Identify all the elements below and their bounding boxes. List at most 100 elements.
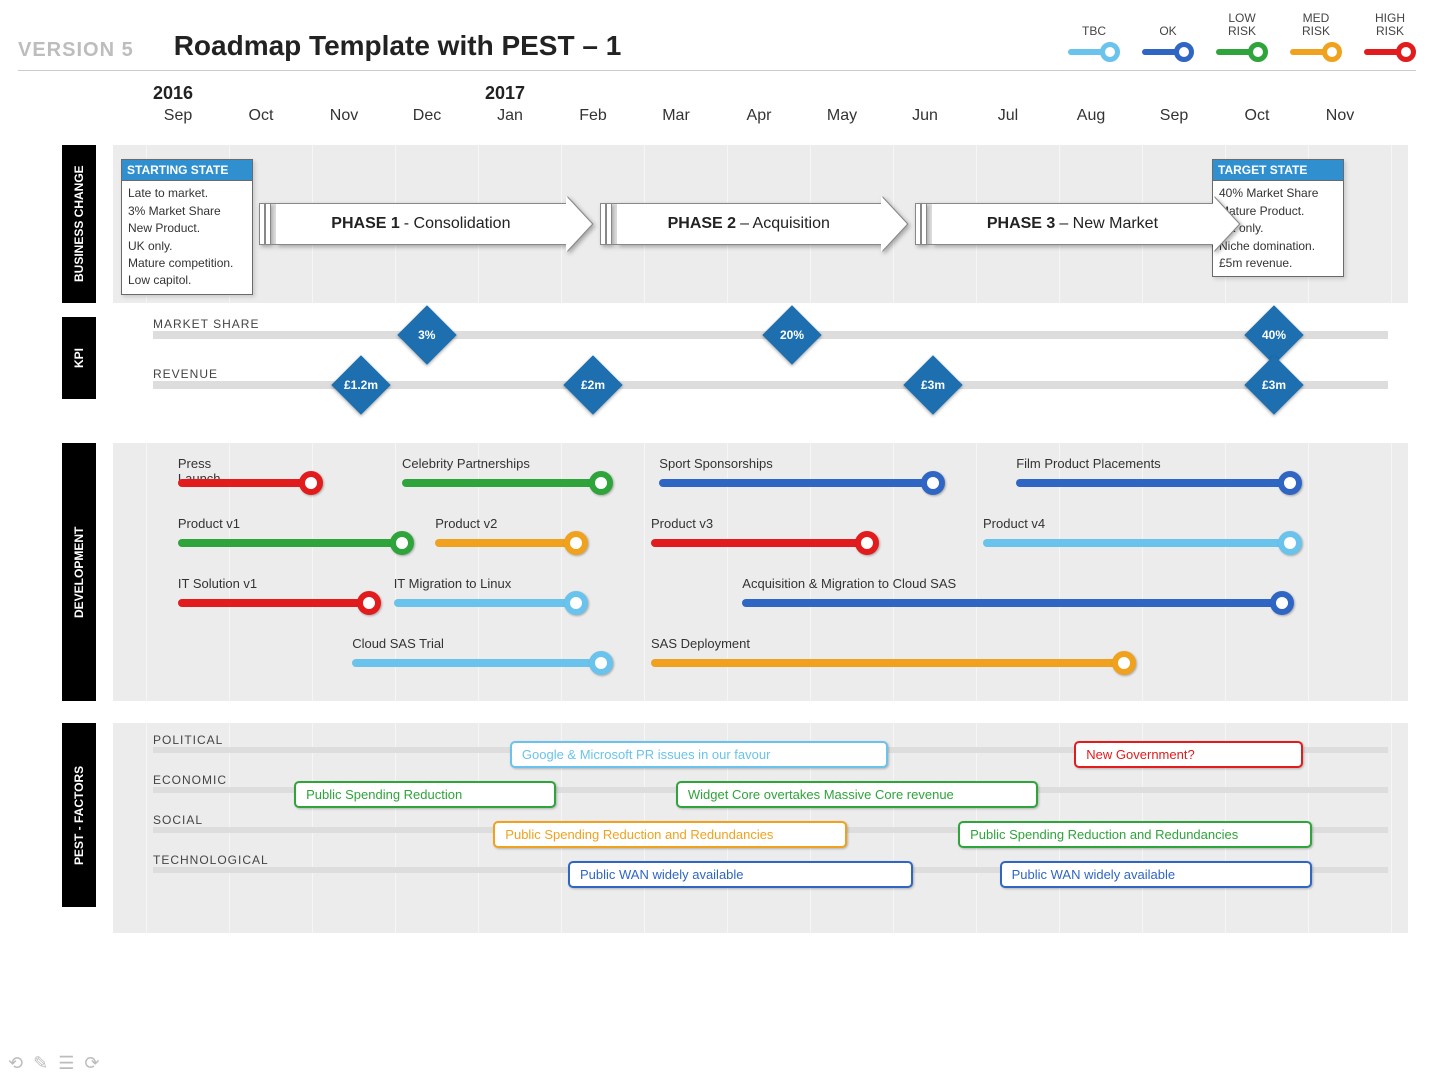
section-business-change: STARTING STATE Late to market. 3% Market… bbox=[113, 145, 1408, 303]
pest-factor-box: Widget Core overtakes Massive Core reven… bbox=[676, 781, 1038, 808]
kpi-row-label: REVENUE bbox=[153, 367, 218, 381]
dev-bar bbox=[178, 539, 402, 547]
dev-milestone-ring bbox=[921, 471, 945, 495]
dev-bar-label: Acquisition & Migration to Cloud SAS bbox=[742, 577, 956, 592]
month-label: Sep bbox=[1134, 107, 1214, 125]
redo-icon[interactable]: ⟳ bbox=[84, 1053, 99, 1074]
dev-milestone-ring bbox=[564, 591, 588, 615]
dev-milestone-ring bbox=[1278, 531, 1302, 555]
month-label: Jun bbox=[885, 107, 965, 125]
kpi-diamond: £2m bbox=[563, 356, 622, 415]
section-kpi: MARKET SHARE3%20%40%REVENUE£1.2m£2m£3m£3… bbox=[113, 317, 1408, 433]
dev-bar bbox=[1016, 479, 1290, 487]
legend-item: OK bbox=[1142, 25, 1194, 62]
dev-milestone-ring bbox=[1278, 471, 1302, 495]
section-label-kpi: KPI bbox=[62, 317, 96, 399]
pest-row-label: TECHNOLOGICAL bbox=[153, 853, 269, 867]
slide-title: Roadmap Template with PEST – 1 bbox=[174, 30, 622, 62]
legend-item: HIGHRISK bbox=[1364, 12, 1416, 62]
dev-milestone-ring bbox=[564, 531, 588, 555]
month-label: Nov bbox=[1300, 107, 1380, 125]
edit-icon[interactable]: ✎ bbox=[33, 1053, 48, 1074]
dev-milestone-ring bbox=[357, 591, 381, 615]
month-label: Nov bbox=[304, 107, 384, 125]
legend-item: MEDRISK bbox=[1290, 12, 1342, 62]
kpi-diamond: 3% bbox=[397, 306, 456, 365]
version-label: VERSION 5 bbox=[18, 39, 134, 62]
kpi-diamond: 20% bbox=[762, 306, 821, 365]
month-label: Aug bbox=[1051, 107, 1131, 125]
dev-bar-label: Product v1 bbox=[178, 517, 240, 532]
risk-legend: TBC OK LOWRISK MEDRISK bbox=[1068, 12, 1416, 62]
month-label: Sep bbox=[138, 107, 218, 125]
month-label: May bbox=[802, 107, 882, 125]
pest-row-label: POLITICAL bbox=[153, 733, 223, 747]
section-label-development: DEVELOPMENT bbox=[62, 443, 96, 701]
grid-area: 2016 2017 SepOctNovDecJanFebMarAprMayJunJ… bbox=[113, 83, 1408, 983]
legend-item: TBC bbox=[1068, 25, 1120, 62]
legend-item: LOWRISK bbox=[1216, 12, 1268, 62]
section-development: PressLaunchCelebrity PartnershipsSport S… bbox=[113, 443, 1408, 701]
pest-factor-box: Google & Microsoft PR issues in our favo… bbox=[510, 741, 888, 768]
dev-milestone-ring bbox=[299, 471, 323, 495]
month-label: Jul bbox=[968, 107, 1048, 125]
dev-bar bbox=[435, 539, 576, 547]
kpi-diamond: £1.2m bbox=[331, 356, 390, 415]
year-label: 2017 bbox=[485, 83, 525, 104]
month-row: SepOctNovDecJanFebMarAprMayJunJulAugSepO… bbox=[113, 107, 1408, 133]
year-row: 2016 2017 bbox=[113, 83, 1408, 107]
month-label: Oct bbox=[221, 107, 301, 125]
pest-factor-box: Public WAN widely available bbox=[568, 861, 913, 888]
section-pest: POLITICAL ECONOMIC SOCIAL TECHNOLOGICAL Goog… bbox=[113, 723, 1408, 933]
pest-row-label: ECONOMIC bbox=[153, 773, 227, 787]
dev-milestone-ring bbox=[589, 651, 613, 675]
dev-bar bbox=[402, 479, 601, 487]
year-label: 2016 bbox=[153, 83, 193, 104]
dev-bar bbox=[352, 659, 601, 667]
pest-factor-box: New Government? bbox=[1074, 741, 1303, 768]
section-label-business-change: BUSINESS CHANGE bbox=[62, 145, 96, 303]
dev-bar bbox=[659, 479, 933, 487]
dev-bar-label: Celebrity Partnerships bbox=[402, 457, 530, 472]
dev-bar bbox=[742, 599, 1282, 607]
dev-milestone-ring bbox=[390, 531, 414, 555]
dev-milestone-ring bbox=[589, 471, 613, 495]
header: VERSION 5 Roadmap Template with PEST – 1… bbox=[18, 12, 1416, 71]
footer-toolbar: ⟲ ✎ ☰ ⟳ bbox=[8, 1053, 99, 1074]
kpi-diamond: £3m bbox=[903, 356, 962, 415]
dev-bar bbox=[651, 539, 867, 547]
phase-arrow: PHASE 3 – New Market bbox=[915, 203, 1239, 245]
pest-factor-box: Public WAN widely available bbox=[1000, 861, 1312, 888]
kpi-diamond: £3m bbox=[1244, 356, 1303, 415]
dev-bar bbox=[394, 599, 577, 607]
dev-milestone-ring bbox=[855, 531, 879, 555]
pest-factor-box: Public Spending Reduction and Redundanci… bbox=[493, 821, 847, 848]
phase-arrow: PHASE 2 – Acquisition bbox=[600, 203, 908, 245]
kpi-row-label: MARKET SHARE bbox=[153, 317, 259, 331]
pest-row-label: SOCIAL bbox=[153, 813, 203, 827]
slide: VERSION 5 Roadmap Template with PEST – 1… bbox=[0, 0, 1434, 1080]
dev-bar-label: Cloud SAS Trial bbox=[352, 637, 444, 652]
month-label: Dec bbox=[387, 107, 467, 125]
pest-factor-box: Public Spending Reduction and Redundanci… bbox=[958, 821, 1312, 848]
dev-bar bbox=[983, 539, 1290, 547]
month-label: Feb bbox=[553, 107, 633, 125]
dev-bar-label: IT Solution v1 bbox=[178, 577, 257, 592]
list-icon[interactable]: ☰ bbox=[58, 1053, 74, 1074]
dev-bar-label: Product v2 bbox=[435, 517, 497, 532]
dev-bar-label: Sport Sponsorships bbox=[659, 457, 772, 472]
dev-bar-label: IT Migration to Linux bbox=[394, 577, 512, 592]
month-label: Apr bbox=[719, 107, 799, 125]
month-label: Mar bbox=[636, 107, 716, 125]
dev-bar-label: Film Product Placements bbox=[1016, 457, 1161, 472]
phase-arrow: PHASE 1 - Consolidation bbox=[259, 203, 591, 245]
month-label: Oct bbox=[1217, 107, 1297, 125]
pest-factor-box: Public Spending Reduction bbox=[294, 781, 556, 808]
dev-bar-label: Product v4 bbox=[983, 517, 1045, 532]
dev-bar-label: SAS Deployment bbox=[651, 637, 750, 652]
roadmap-canvas: BUSINESS CHANGE KPI DEVELOPMENT PEST - F… bbox=[18, 83, 1408, 983]
starting-state-card: STARTING STATE Late to market. 3% Market… bbox=[121, 159, 253, 294]
section-label-pest: PEST - FACTORS bbox=[62, 723, 96, 907]
dev-bar-label: Product v3 bbox=[651, 517, 713, 532]
undo-icon[interactable]: ⟲ bbox=[8, 1053, 23, 1074]
